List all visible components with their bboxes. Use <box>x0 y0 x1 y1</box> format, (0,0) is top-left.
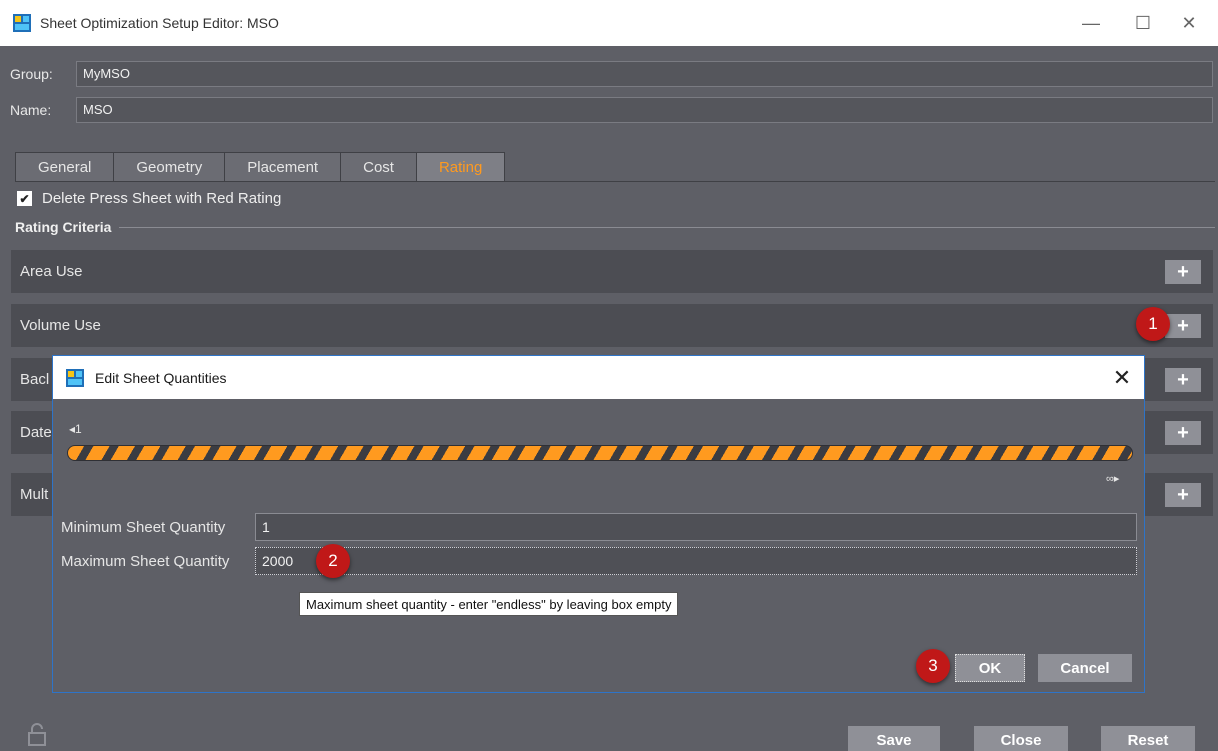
window-title: Sheet Optimization Setup Editor: MSO <box>40 15 279 31</box>
add-criterion-button[interactable]: + <box>1165 260 1201 284</box>
section-divider <box>119 226 1215 228</box>
criterion-area-use: Area Use + <box>11 250 1213 293</box>
tab-rating[interactable]: Rating <box>415 152 506 182</box>
tab-geometry[interactable]: Geometry <box>113 152 226 182</box>
ok-button[interactable]: OK <box>955 654 1025 682</box>
app-icon <box>66 368 84 387</box>
group-field[interactable]: MyMSO <box>76 61 1213 87</box>
callout-badge-3: 3 <box>916 649 950 683</box>
tab-divider <box>15 181 1215 182</box>
cancel-button[interactable]: Cancel <box>1038 654 1132 682</box>
name-label: Name: <box>10 102 52 118</box>
range-min-marker: ◂1 <box>69 422 82 436</box>
criterion-label: Mult <box>20 486 49 503</box>
min-quantity-label: Minimum Sheet Quantity <box>61 518 226 536</box>
group-row: Group: MyMSO <box>0 60 1213 88</box>
reset-button[interactable]: Reset <box>1101 726 1195 751</box>
tab-bar: General Geometry Placement Cost Rating <box>15 152 506 182</box>
add-criterion-button[interactable]: + <box>1165 314 1201 338</box>
add-criterion-button[interactable]: + <box>1165 368 1201 392</box>
criterion-label: Area Use <box>20 263 83 280</box>
min-quantity-row: Minimum Sheet Quantity 1 <box>61 513 1137 541</box>
range-max-marker: ∞▸ <box>1106 473 1120 485</box>
delete-red-rating-checkbox[interactable]: ✔ <box>17 191 32 206</box>
criterion-label: Volume Use <box>20 317 101 334</box>
tab-cost[interactable]: Cost <box>340 152 417 182</box>
name-field[interactable]: MSO <box>76 97 1213 123</box>
tab-general[interactable]: General <box>15 152 115 182</box>
window-title-bar: Sheet Optimization Setup Editor: MSO — ☐… <box>0 0 1218 46</box>
lock-icon[interactable] <box>28 722 46 746</box>
callout-badge-2: 2 <box>316 544 350 578</box>
delete-red-rating-row: ✔ Delete Press Sheet with Red Rating <box>17 190 281 207</box>
add-criterion-button[interactable]: + <box>1165 421 1201 445</box>
max-quantity-label: Maximum Sheet Quantity <box>61 552 230 570</box>
app-icon <box>13 14 31 32</box>
criterion-label: Date <box>20 424 52 441</box>
criterion-volume-use: Volume Use + <box>11 304 1213 347</box>
max-quantity-tooltip: Maximum sheet quantity - enter "endless"… <box>299 592 679 616</box>
maximize-icon[interactable]: ☐ <box>1120 0 1166 46</box>
dialog-title-bar: Edit Sheet Quantities ✕ <box>53 356 1144 399</box>
edit-sheet-quantities-dialog: Edit Sheet Quantities ✕ ◂1 ∞▸ Minimum Sh… <box>52 355 1145 693</box>
name-row: Name: MSO <box>0 96 1213 124</box>
close-button[interactable]: Close <box>974 726 1068 751</box>
rating-criteria-title: Rating Criteria <box>15 219 112 235</box>
close-icon[interactable]: ✕ <box>1166 0 1212 46</box>
quantity-range-slider[interactable] <box>67 445 1133 461</box>
group-label: Group: <box>10 66 53 82</box>
max-quantity-input[interactable]: 2000 <box>255 547 1137 575</box>
min-quantity-input[interactable]: 1 <box>255 513 1137 541</box>
save-button[interactable]: Save <box>848 726 940 751</box>
dialog-title: Edit Sheet Quantities <box>95 369 227 386</box>
criterion-label: Bacl <box>20 371 50 388</box>
minimize-icon[interactable]: — <box>1068 0 1114 46</box>
delete-red-rating-label: Delete Press Sheet with Red Rating <box>42 190 282 207</box>
rating-criteria-header: Rating Criteria <box>15 219 1215 235</box>
tab-placement[interactable]: Placement <box>224 152 342 182</box>
callout-badge-1: 1 <box>1136 307 1170 341</box>
max-quantity-row: Maximum Sheet Quantity 2000 <box>61 547 1137 575</box>
close-icon[interactable]: ✕ <box>1108 364 1136 392</box>
add-criterion-button[interactable]: + <box>1165 483 1201 507</box>
